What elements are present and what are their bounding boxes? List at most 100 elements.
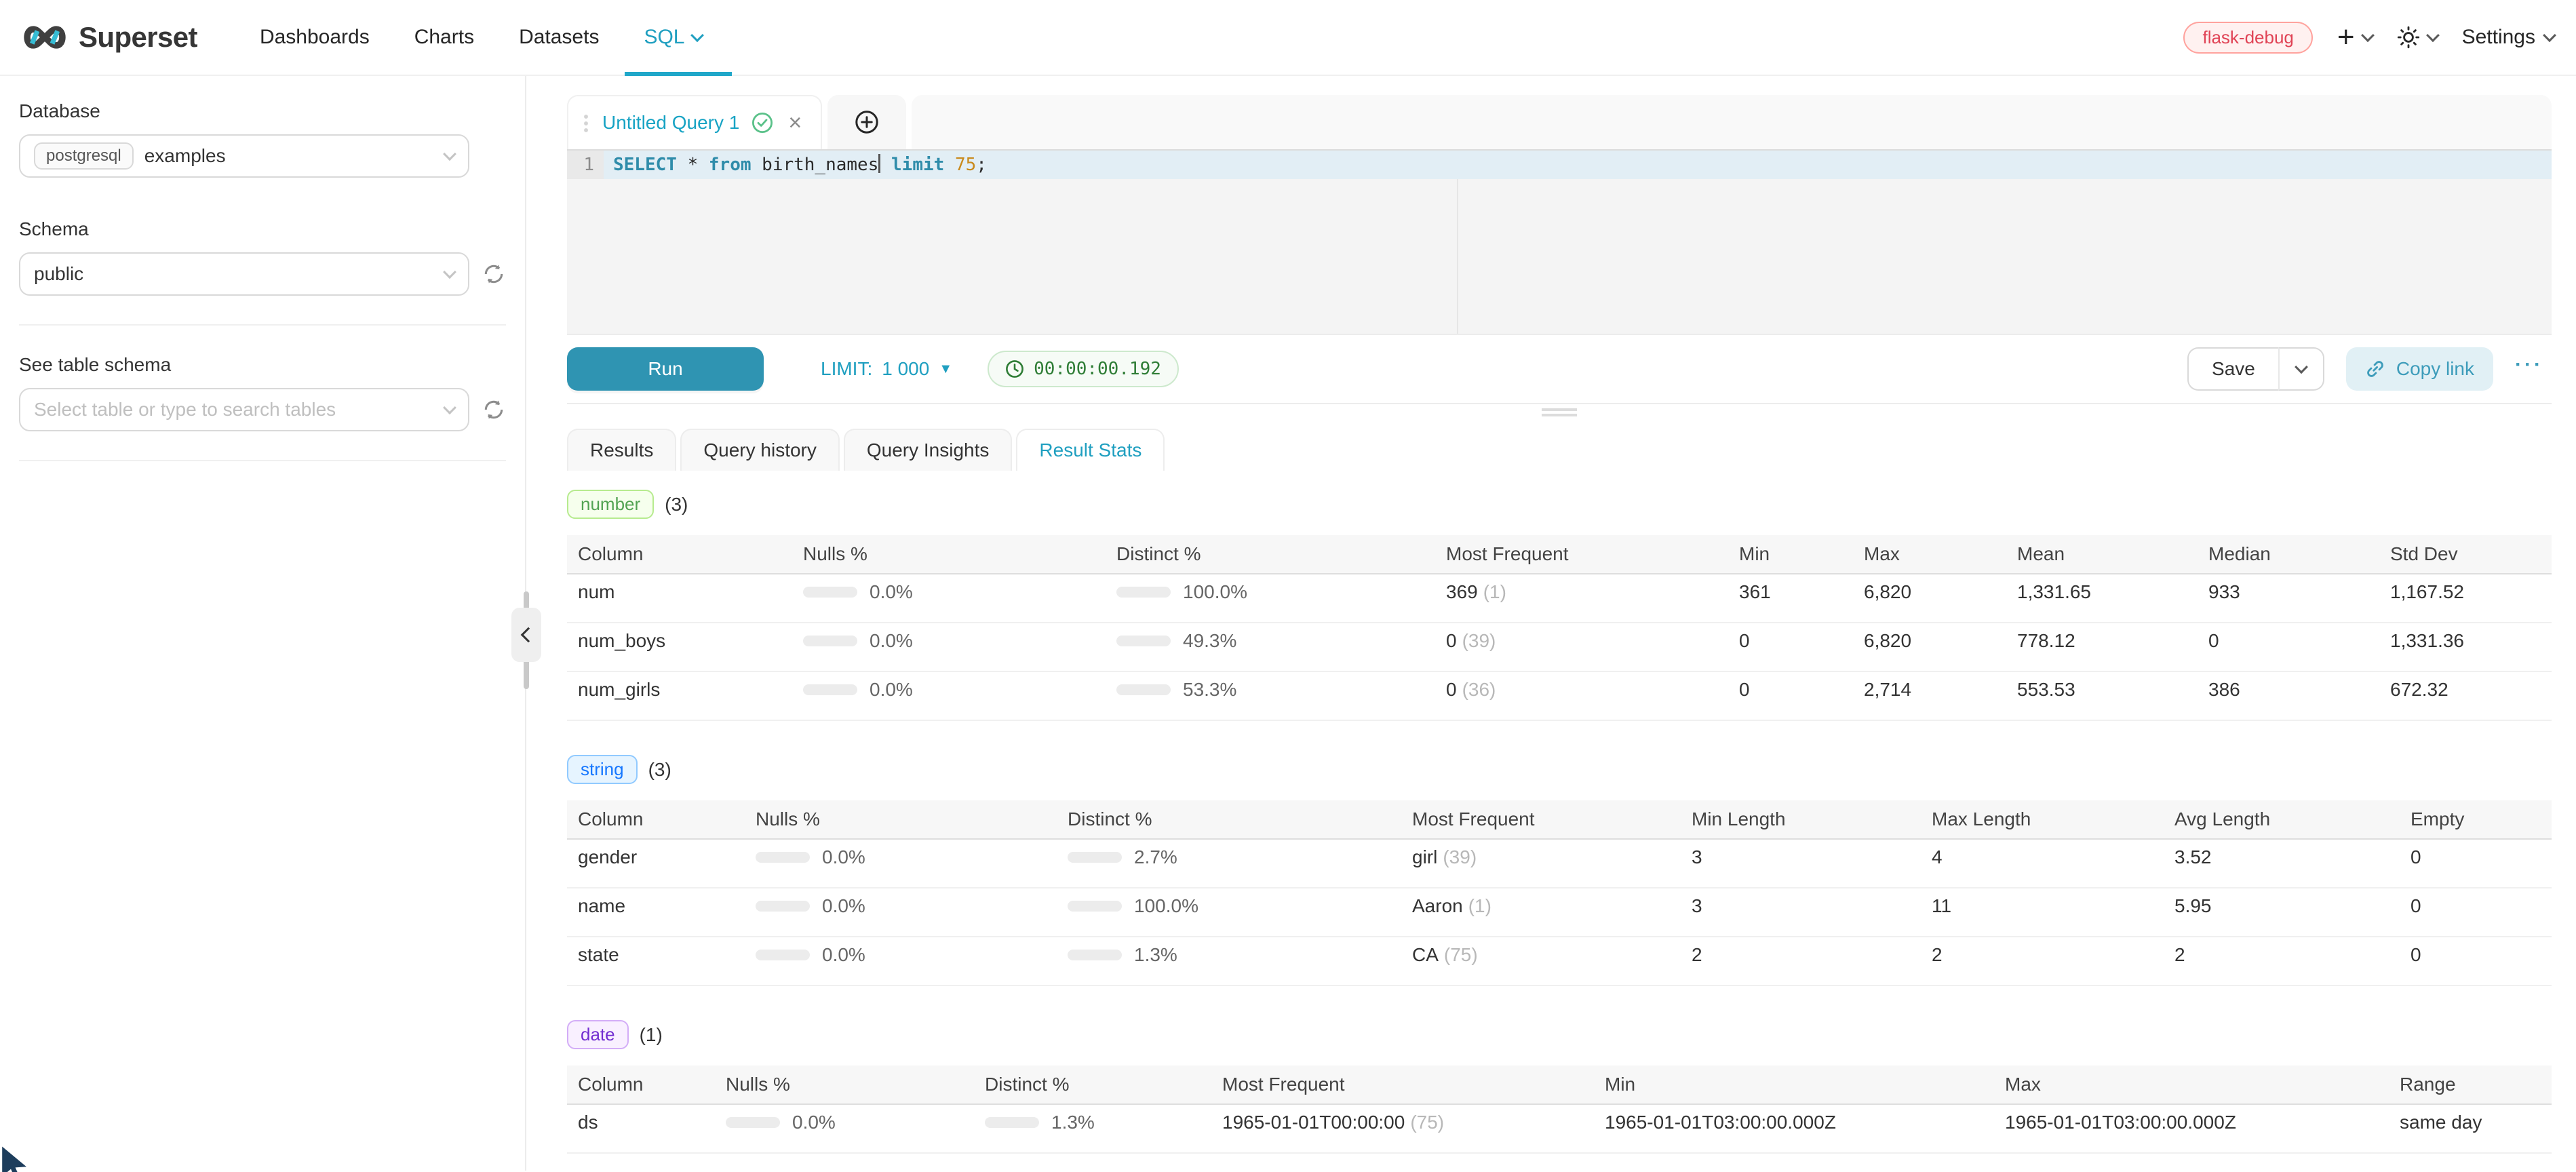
schema-select[interactable]: public [19, 252, 469, 296]
run-query-button[interactable]: Run [567, 347, 764, 391]
cell-distinct-pct: 53.3% [1106, 679, 1435, 701]
refresh-tables-icon[interactable] [482, 397, 506, 422]
new-menu[interactable]: + [2337, 22, 2373, 52]
collapse-sidebar-button[interactable] [511, 608, 541, 662]
superset-logo[interactable]: Superset [22, 21, 197, 54]
result-tab-query-insights[interactable]: Query Insights [844, 429, 1013, 471]
column-header: Max Length [1921, 808, 2164, 830]
refresh-schemas-icon[interactable] [482, 262, 506, 286]
cell-stat-value: 672.32 [2379, 679, 2552, 701]
nav-item-dashboards[interactable]: Dashboards [260, 0, 370, 75]
column-header: Distinct % [1106, 543, 1435, 565]
navbar-right: flask-debug + Settings [2183, 22, 2554, 54]
tab-bar-spacer [912, 95, 2552, 149]
sql-token: * [677, 155, 709, 175]
percent-label: 2.7% [1134, 846, 1177, 868]
cell-nulls-pct: 0.0% [745, 895, 1057, 917]
cell-stat-value: 778.12 [2006, 630, 2198, 652]
sql-token: ; [976, 155, 987, 175]
stats-section-number: number(3)ColumnNulls %Distinct %Most Fre… [567, 490, 2552, 721]
cell-column-name: name [567, 895, 745, 917]
cell-stat-value: same day [2389, 1112, 2552, 1133]
cell-stat-value: 1965-01-01T03:00:00.000Z [1994, 1112, 2389, 1133]
cell-stat-value: 2,714 [1853, 679, 2006, 701]
table-select-placeholder: Select table or type to search tables [34, 399, 336, 421]
percent-bar [803, 684, 857, 695]
most-frequent-value: 0 [1446, 630, 1457, 651]
nav-item-charts[interactable]: Charts [414, 0, 474, 75]
column-header: Column [567, 543, 792, 565]
cell-stat-value: 1,331.65 [2006, 581, 2198, 603]
cell-distinct-pct: 100.0% [1106, 581, 1435, 603]
cell-nulls-pct: 0.0% [745, 944, 1057, 966]
stats-section-date: date(1)ColumnNulls %Distinct %Most Frequ… [567, 1020, 2552, 1154]
drag-handle-icon[interactable] [582, 113, 590, 132]
result-tab-query-history[interactable]: Query history [680, 429, 840, 471]
cell-stat-value: 1,167.52 [2379, 581, 2552, 603]
save-button[interactable]: Save [2187, 347, 2278, 391]
percent-label: 100.0% [1183, 581, 1247, 603]
editor-toolbar: Run LIMIT: 1 000 ▼ 00:00:00.192 Save [567, 334, 2552, 404]
percent-label: 0.0% [822, 944, 865, 966]
most-frequent-value: Aaron [1412, 895, 1463, 916]
percent-label: 0.0% [822, 895, 865, 917]
percent-bar [726, 1117, 780, 1128]
percent-label: 0.0% [792, 1112, 836, 1133]
copy-link-button[interactable]: Copy link [2346, 347, 2493, 391]
superset-infinity-icon [22, 22, 68, 52]
percent-label: 0.0% [870, 630, 913, 652]
cell-distinct-pct: 1.3% [974, 1112, 1211, 1133]
table-select[interactable]: Select table or type to search tables [19, 388, 469, 431]
sidebar-divider [19, 460, 506, 461]
column-count: (1) [640, 1024, 663, 1046]
cell-column-name: gender [567, 846, 745, 868]
cell-nulls-pct: 0.0% [715, 1112, 974, 1133]
sql-token [880, 155, 891, 175]
percent-bar [1116, 587, 1171, 598]
result-tab-result-stats[interactable]: Result Stats [1016, 429, 1165, 471]
cell-stat-value: 11 [1921, 895, 2164, 917]
sql-token: limit [891, 155, 944, 175]
limit-dropdown[interactable]: LIMIT: 1 000 ▼ [821, 358, 952, 380]
settings-menu[interactable]: Settings [2462, 26, 2554, 49]
table-header-row: ColumnNulls %Distinct %Most FrequentMinM… [567, 1066, 2552, 1105]
more-options-button[interactable]: ··· [2507, 353, 2552, 385]
cell-stat-value: 0 [2198, 630, 2379, 652]
query-tab-untitled-query-1[interactable]: Untitled Query 1 × [567, 95, 822, 149]
cell-stat-value: 3 [1681, 846, 1921, 868]
query-tab-bar: Untitled Query 1 × [567, 95, 2552, 149]
chevron-down-icon [691, 28, 705, 42]
sql-token: from [709, 155, 752, 175]
result-stats-panel: number(3) ColumnNulls %Distinct %Most Fre… [567, 471, 2552, 1171]
cell-column-name: state [567, 944, 745, 966]
cell-most-frequent: 0(36) [1435, 679, 1728, 701]
limit-value: 1 000 [882, 358, 929, 380]
nav-item-label: SQL [644, 26, 684, 49]
result-tab-results[interactable]: Results [567, 429, 676, 471]
sql-code-line: SELECT * from birth_names limit 75; [604, 151, 2552, 179]
nav-item-datasets[interactable]: Datasets [519, 0, 599, 75]
sql-token: birth_names [752, 155, 879, 175]
close-tab-icon[interactable]: × [788, 111, 802, 134]
schema-label: Schema [19, 218, 506, 240]
sidebar-divider [19, 324, 506, 326]
section-header: number(3) [567, 490, 2552, 519]
sql-lab-sidebar: Database postgresql examples Schema publ… [0, 76, 526, 1171]
theme-toggle[interactable] [2397, 26, 2438, 49]
database-select[interactable]: postgresql examples [19, 134, 469, 178]
table-row: num0.0%100.0%369(1)3616,8201,331.659331,… [567, 574, 2552, 623]
sql-token: 75 [955, 155, 976, 175]
cell-stat-value: 1,331.36 [2379, 630, 2552, 652]
save-options-button[interactable] [2278, 347, 2324, 391]
column-header: Distinct % [974, 1074, 1211, 1095]
type-tag-string: string [567, 755, 638, 784]
column-header: Mean [2006, 543, 2198, 565]
type-tag-number: number [567, 490, 654, 519]
add-query-tab-button[interactable] [827, 95, 906, 149]
sql-code-editor[interactable]: 1 SELECT * from birth_names limit 75; [567, 149, 2552, 334]
pane-resize-handle[interactable] [567, 404, 2552, 421]
nav-item-sql[interactable]: SQL [644, 0, 702, 75]
cell-most-frequent: girl(39) [1401, 846, 1681, 868]
nav-item-label: Dashboards [260, 26, 370, 49]
chevron-left-icon [521, 627, 536, 643]
